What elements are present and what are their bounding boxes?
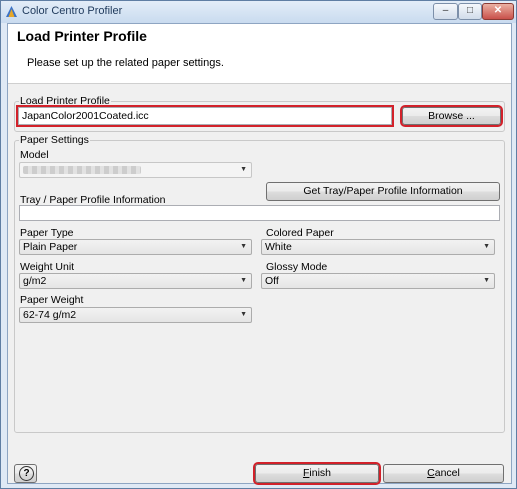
chevron-down-icon: ▼	[483, 243, 490, 250]
dialog-body: Load Printer Profile Please set up the r…	[7, 23, 512, 485]
cancel-button[interactable]: Cancel	[383, 464, 504, 483]
colored-paper-select[interactable]: White ▼	[261, 239, 495, 255]
load-profile-group-label: Load Printer Profile	[19, 95, 111, 107]
weight-unit-label: Weight Unit	[20, 261, 75, 273]
profile-file-input[interactable]: JapanColor2001Coated.icc	[16, 105, 394, 127]
chevron-down-icon: ▼	[240, 243, 247, 250]
colored-paper-label: Colored Paper	[266, 227, 334, 239]
glossy-mode-value: Off	[265, 275, 279, 287]
cancel-mnemonic: C	[427, 467, 435, 479]
paper-settings-group: Paper Settings Model ▼ Get Tray/Paper Pr…	[14, 134, 505, 433]
paper-type-select[interactable]: Plain Paper ▼	[19, 239, 252, 255]
color-centro-icon	[6, 6, 17, 17]
help-button[interactable]: ?	[14, 464, 37, 483]
get-tray-info-button[interactable]: Get Tray/Paper Profile Information	[266, 182, 500, 201]
paper-type-label: Paper Type	[20, 227, 74, 239]
chevron-down-icon: ▼	[240, 166, 247, 173]
load-profile-group: Load Printer Profile JapanColor2001Coate…	[14, 95, 505, 132]
chevron-down-icon: ▼	[483, 277, 490, 284]
tray-info-field[interactable]	[19, 205, 500, 221]
paper-type-value: Plain Paper	[23, 241, 78, 253]
cancel-label: ancel	[434, 467, 460, 479]
chevron-down-icon: ▼	[240, 311, 247, 318]
paper-weight-value: 62-74 g/m2	[23, 309, 77, 321]
minimize-button[interactable]: –	[433, 3, 458, 20]
page-title: Load Printer Profile	[17, 28, 147, 44]
colored-paper-value: White	[265, 241, 292, 253]
glossy-mode-select[interactable]: Off ▼	[261, 273, 495, 289]
maximize-button[interactable]: □	[458, 3, 482, 20]
chevron-down-icon: ▼	[240, 277, 247, 284]
app-window: Color Centro Profiler – □ ✕ Load Printer…	[0, 0, 517, 489]
header-panel: Load Printer Profile Please set up the r…	[8, 24, 511, 84]
browse-button[interactable]: Browse ...	[400, 105, 503, 127]
glossy-mode-label: Glossy Mode	[266, 261, 328, 273]
close-button[interactable]: ✕	[482, 3, 514, 20]
page-subtitle: Please set up the related paper settings…	[27, 57, 224, 69]
paper-weight-label: Paper Weight	[20, 294, 84, 306]
weight-unit-value: g/m2	[23, 275, 47, 287]
paper-settings-group-label: Paper Settings	[19, 134, 90, 146]
help-icon: ?	[19, 466, 34, 481]
paper-weight-select[interactable]: 62-74 g/m2 ▼	[19, 307, 252, 323]
model-select[interactable]: ▼	[19, 162, 252, 178]
finish-label: inish	[309, 467, 332, 479]
redacted-model	[23, 166, 141, 174]
model-label: Model	[20, 149, 49, 161]
window-title: Color Centro Profiler	[22, 5, 123, 17]
title-bar[interactable]: Color Centro Profiler – □ ✕	[1, 1, 516, 23]
weight-unit-select[interactable]: g/m2 ▼	[19, 273, 252, 289]
finish-button[interactable]: Finish	[253, 462, 381, 485]
